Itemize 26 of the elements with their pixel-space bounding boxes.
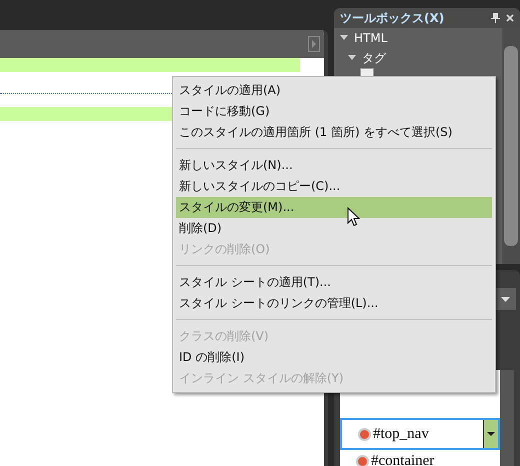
tree-item[interactable]: HTML: [334, 28, 502, 48]
selector-name: #top_nav: [373, 426, 430, 442]
menu-item[interactable]: スタイル シートの適用(T)...: [176, 272, 492, 293]
menu-item[interactable]: スタイル シートのリンクの管理(L)...: [176, 293, 492, 314]
menu-item[interactable]: 新しいスタイル(N)...: [176, 155, 492, 176]
style-dropdown[interactable]: #top_nav: [340, 418, 500, 450]
menu-item[interactable]: スタイルの適用(A): [176, 80, 492, 101]
mouse-cursor-icon: [347, 207, 360, 227]
menu-item[interactable]: 削除(D): [176, 218, 492, 239]
style-dot-icon: [358, 428, 371, 440]
dropdown-arrow-icon[interactable]: [501, 296, 510, 302]
scrollbar[interactable]: [502, 28, 520, 264]
menu-item[interactable]: ID の削除(I): [176, 347, 492, 368]
tree-item[interactable]: タグ: [334, 48, 502, 68]
panel-title: ツールボックス(X): [340, 10, 446, 26]
expand-icon[interactable]: [348, 55, 356, 61]
menu-item[interactable]: このスタイルの適用箇所 (1 箇所) をすべて選択(S): [176, 122, 492, 143]
expand-icon[interactable]: [340, 35, 348, 41]
close-icon[interactable]: [506, 14, 514, 22]
style-item[interactable]: #container: [340, 450, 500, 466]
menu-item[interactable]: スタイルの変更(M)...: [176, 197, 492, 218]
menu-item[interactable]: コードに移動(G): [176, 101, 492, 122]
style-dot-icon: [356, 454, 369, 466]
arrow-icon: [311, 40, 317, 48]
pin-icon[interactable]: [491, 13, 500, 23]
menu-item[interactable]: 新しいスタイルのコピー(C)...: [176, 176, 492, 197]
